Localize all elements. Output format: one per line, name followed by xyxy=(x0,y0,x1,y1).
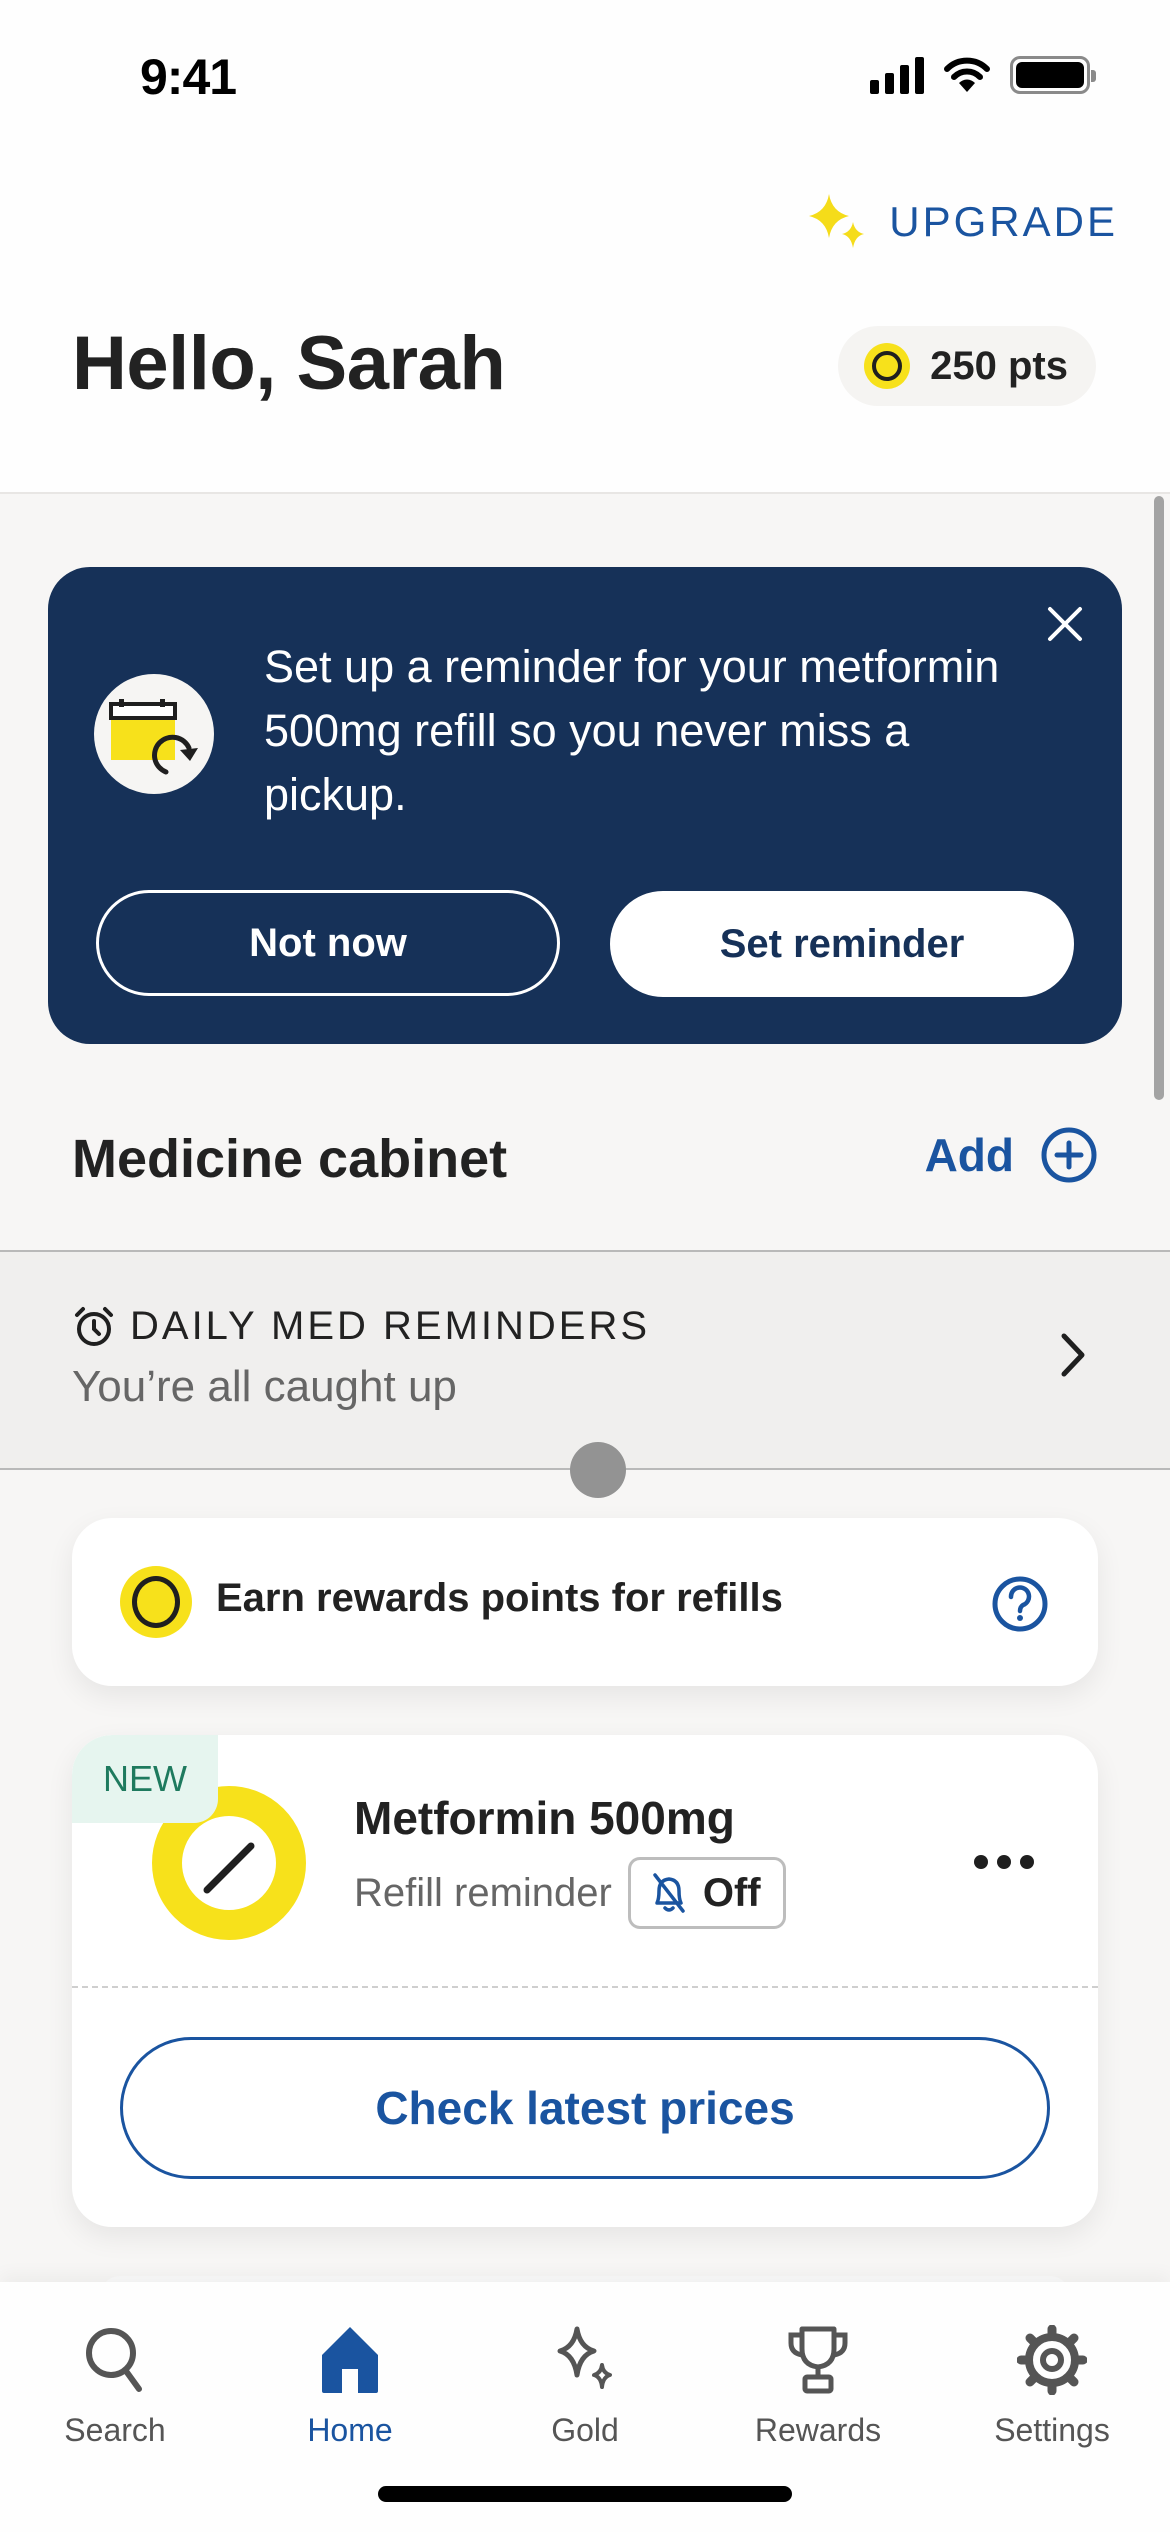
set-reminder-button[interactable]: Set reminder xyxy=(610,891,1074,997)
tab-gold[interactable]: Gold xyxy=(485,2302,685,2452)
more-dot-icon xyxy=(997,1855,1011,1869)
close-icon[interactable] xyxy=(1040,599,1090,649)
home-indicator xyxy=(378,2486,792,2502)
help-icon[interactable] xyxy=(990,1574,1050,1634)
not-now-button[interactable]: Not now xyxy=(96,890,560,996)
points-label: 250 pts xyxy=(930,343,1068,388)
chevron-right-icon xyxy=(1061,1333,1085,1377)
new-badge: NEW xyxy=(72,1735,218,1823)
plus-circle-icon xyxy=(1041,1127,1097,1183)
points-coin-icon xyxy=(864,343,911,389)
upgrade-label: UPGRADE xyxy=(889,198,1118,245)
daily-reminders-status: You’re all caught up xyxy=(72,1362,457,1411)
bell-off-icon xyxy=(653,1873,685,1913)
daily-med-reminders-row[interactable]: DAILY MED REMINDERS You’re all caught up xyxy=(0,1250,1170,1470)
refill-reminder-row: Refill reminder Off xyxy=(354,1857,786,1929)
cellular-signal-icon xyxy=(870,56,924,94)
tab-label: Rewards xyxy=(754,2412,882,2448)
add-label: Add xyxy=(924,1129,1014,1181)
add-medication-button[interactable]: Add xyxy=(925,1126,1098,1184)
banner-message: Set up a reminder for your metformin 500… xyxy=(264,641,1000,820)
greeting-title: Hello, Sarah xyxy=(72,321,506,406)
tab-rewards[interactable]: Rewards xyxy=(718,2302,918,2452)
tab-home[interactable]: Home xyxy=(250,2302,450,2452)
drag-handle[interactable] xyxy=(570,1442,626,1498)
trophy-icon xyxy=(788,2326,848,2394)
status-time: 9:41 xyxy=(140,49,237,105)
status-icons xyxy=(870,56,1096,94)
medicine-cabinet-title: Medicine cabinet xyxy=(72,1129,508,1189)
refill-reminder-state: Off xyxy=(702,1870,761,1915)
refill-reminder-label: Refill reminder xyxy=(354,1870,612,1915)
rewards-coin-icon xyxy=(120,1566,192,1638)
check-latest-prices-button[interactable]: Check latest prices xyxy=(120,2037,1050,2179)
earn-rewards-card[interactable]: Earn rewards points for refills xyxy=(72,1518,1098,1686)
gear-icon xyxy=(1017,2325,1087,2395)
tab-label: Search xyxy=(64,2412,166,2448)
more-options-button[interactable] xyxy=(966,1847,1042,1877)
sparkles-icon xyxy=(809,194,865,248)
more-dot-icon xyxy=(974,1855,988,1869)
tab-settings[interactable]: Settings xyxy=(952,2302,1152,2452)
status-bar: 9:41 xyxy=(0,0,1170,150)
medication-name: Metformin 500mg xyxy=(354,1792,735,1844)
scrollbar[interactable] xyxy=(1154,496,1164,1100)
more-dot-icon xyxy=(1020,1855,1034,1869)
refill-reminder-banner: Set up a reminder for your metformin 500… xyxy=(48,567,1122,1044)
wifi-icon xyxy=(944,57,990,92)
tab-search[interactable]: Search xyxy=(15,2302,215,2452)
refill-reminder-toggle[interactable]: Off xyxy=(627,1857,786,1929)
earn-rewards-text: Earn rewards points for refills xyxy=(216,1576,783,1620)
header: 9:41 UPGRADE Hello, Sarah 250 pts xyxy=(0,0,1170,494)
daily-reminders-title: DAILY MED REMINDERS xyxy=(130,1304,651,1348)
home-icon xyxy=(322,2327,378,2393)
calendar-refresh-icon xyxy=(109,699,198,775)
tab-label: Gold xyxy=(551,2412,619,2448)
search-icon xyxy=(86,2328,142,2392)
tab-label: Settings xyxy=(994,2412,1110,2448)
banner-icon-circle xyxy=(94,674,214,794)
battery-icon xyxy=(1010,56,1096,94)
medication-card: NEW Metformin 500mg Refill reminder Off … xyxy=(72,1735,1098,2227)
points-badge[interactable]: 250 pts xyxy=(838,326,1096,406)
daily-reminders-header: DAILY MED REMINDERS xyxy=(72,1304,650,1349)
card-divider xyxy=(72,1986,1098,1988)
alarm-clock-icon xyxy=(75,1306,113,1346)
upgrade-button[interactable]: UPGRADE xyxy=(805,192,1118,252)
tab-label: Home xyxy=(307,2412,393,2448)
sparkles-icon xyxy=(557,2326,612,2389)
